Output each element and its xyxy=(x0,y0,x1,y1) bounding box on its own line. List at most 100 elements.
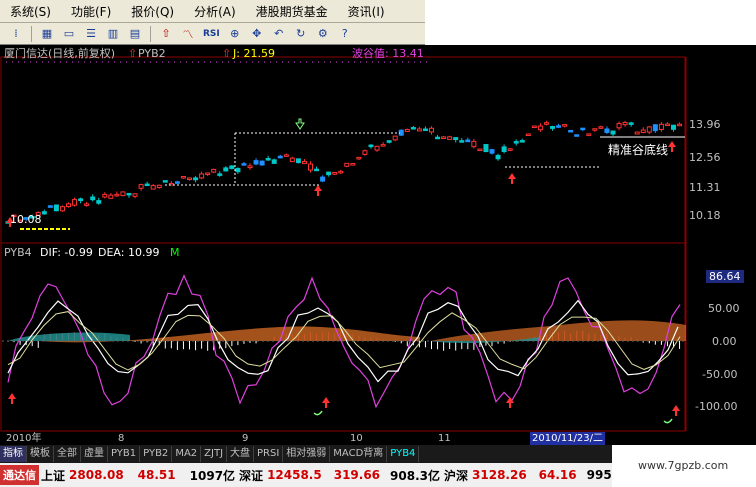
candle-body xyxy=(550,126,555,129)
sub-axis-label: -100.00 xyxy=(695,400,738,413)
candle-body xyxy=(368,144,374,148)
tab-zjtj[interactable]: ZJTJ xyxy=(201,446,228,462)
candle-body xyxy=(102,193,108,198)
menu-info[interactable]: 资讯(I) xyxy=(338,3,395,20)
help-icon[interactable]: ? xyxy=(335,25,355,43)
price-axis-label: 10.18 xyxy=(689,209,721,222)
tab-macd-divergence[interactable]: MACD背离 xyxy=(330,446,388,462)
candlesticks xyxy=(5,120,683,224)
toolbar: ⁞ ▦ ▭ ☰ ▥ ▤ ⇧ 〽 RSI ⊕ ✥ ↶ ↻ ⚙ ? xyxy=(0,23,425,45)
candle-body xyxy=(277,155,283,159)
date-label: 11 xyxy=(438,433,451,444)
candle-body xyxy=(562,124,568,127)
menu-function[interactable]: 功能(F) xyxy=(61,3,121,20)
sh-index-change: 48.51 xyxy=(137,468,176,482)
candle-body xyxy=(41,211,47,215)
candle-body xyxy=(362,150,368,155)
price-overlay xyxy=(6,61,685,230)
menu-analysis[interactable]: 分析(A) xyxy=(184,3,246,20)
hs-index-change: 64.16 xyxy=(538,468,577,482)
candle-body xyxy=(531,125,537,129)
candle-body xyxy=(283,154,289,157)
candle-body xyxy=(598,126,604,129)
tab-pyb1[interactable]: PYB1 xyxy=(108,446,141,462)
menu-hk-futures-funds[interactable]: 港股期货基金 xyxy=(246,3,338,20)
sz-index-amount: 908.3亿 xyxy=(390,468,440,483)
candle-body xyxy=(59,206,65,212)
arrow-up-icon[interactable]: ⇧ xyxy=(156,25,176,43)
candle-body xyxy=(217,173,223,176)
chart-icon[interactable]: ▤ xyxy=(125,25,145,43)
candle-body xyxy=(459,140,465,143)
rsi-button[interactable]: RSI xyxy=(200,25,223,43)
bars-icon[interactable]: ▥ xyxy=(103,25,123,43)
candle-body xyxy=(471,140,477,148)
indicator-tabs: 指标 模板 全部 虚量 PYB1 PYB2 MA2 ZJTJ 大盘 PRSI 相… xyxy=(0,445,612,463)
window-icon[interactable]: ▭ xyxy=(59,25,79,43)
candle-body xyxy=(120,191,126,197)
candle-body xyxy=(156,184,162,189)
grid-icon[interactable]: ▦ xyxy=(37,25,57,43)
candle-body xyxy=(193,177,199,181)
tab-all[interactable]: 全部 xyxy=(54,446,81,462)
j-value-label: J: 21.59 xyxy=(233,47,275,60)
candle-body xyxy=(610,130,616,135)
candle-body xyxy=(640,129,646,133)
sh-index-name: 上证 xyxy=(41,468,66,483)
refresh-icon[interactable]: ↻ xyxy=(291,25,311,43)
menu-quote[interactable]: 报价(Q) xyxy=(121,3,184,20)
candle-body xyxy=(495,154,501,160)
tab-indicator[interactable]: 指标 xyxy=(0,446,27,462)
candle-body xyxy=(574,134,580,137)
candle-body xyxy=(374,145,380,151)
undo-icon[interactable]: ↶ xyxy=(269,25,289,43)
candle-body xyxy=(247,165,253,169)
bottom-line-note: 精准谷底线 xyxy=(608,143,669,157)
sub-axis-label: 50.00 xyxy=(708,302,740,315)
status-bar: 通达信 上证 2808.08 48.51 1097亿 深证 12458.5 31… xyxy=(0,463,612,487)
candle-body xyxy=(677,123,683,127)
move-icon[interactable]: ✥ xyxy=(247,25,267,43)
candle-body xyxy=(513,141,519,144)
candle-body xyxy=(410,127,416,130)
candle-body xyxy=(66,203,71,207)
gear-icon[interactable]: ⚙ xyxy=(313,25,333,43)
candle-body xyxy=(235,167,241,173)
menu-system[interactable]: 系统(S) xyxy=(0,3,61,20)
candle-body xyxy=(350,163,356,166)
tab-virtual-volume[interactable]: 虚量 xyxy=(81,446,108,462)
candle-body xyxy=(501,146,507,153)
candle-body xyxy=(332,172,338,175)
candle-body xyxy=(47,205,53,208)
sub-indicator-name: PYB4 xyxy=(4,246,32,259)
indicator-panel xyxy=(2,274,686,424)
kline-chart[interactable] xyxy=(0,45,756,445)
candle-body xyxy=(525,133,531,137)
tab-template[interactable]: 模板 xyxy=(27,446,54,462)
date-label: 2010年 xyxy=(6,433,42,444)
bottom-marker xyxy=(313,410,323,416)
candle-body xyxy=(634,131,640,135)
candle-body xyxy=(138,184,144,189)
tab-ma2[interactable]: MA2 xyxy=(172,446,202,462)
bottom-value-label: 波谷值: 13.41 xyxy=(352,47,424,60)
candle-body xyxy=(211,168,217,173)
dots-icon[interactable]: ⁞ xyxy=(6,25,26,43)
candle-body xyxy=(144,183,150,187)
list-icon[interactable]: ☰ xyxy=(81,25,101,43)
tab-pyb4[interactable]: PYB4 xyxy=(387,446,420,462)
candle-body xyxy=(646,126,652,133)
tab-market[interactable]: 大盘 xyxy=(227,446,255,462)
tab-relative-strength[interactable]: 相对强弱 xyxy=(283,446,331,462)
date-label: 10 xyxy=(350,433,363,444)
candle-body xyxy=(489,149,495,154)
candle-body xyxy=(477,148,483,152)
tab-prsi[interactable]: PRSI xyxy=(254,446,284,462)
candle-body xyxy=(616,123,622,129)
tab-pyb2[interactable]: PYB2 xyxy=(140,446,173,462)
candle-body xyxy=(453,137,459,141)
chart-line-icon[interactable]: 〽 xyxy=(178,25,198,43)
watermark-area: www.7gpzb.com xyxy=(612,445,756,487)
buy-arrow-icon xyxy=(8,393,16,404)
zoom-icon[interactable]: ⊕ xyxy=(225,25,245,43)
